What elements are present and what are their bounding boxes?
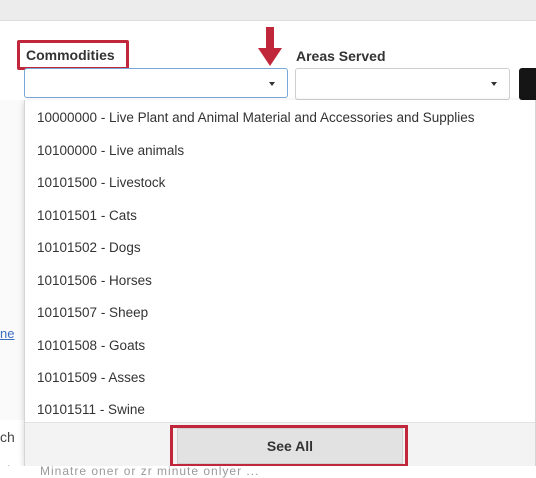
- dropdown-option[interactable]: 10101502 - Dogs: [37, 240, 141, 255]
- background-text: ch: [0, 429, 15, 445]
- top-strip: [0, 0, 536, 21]
- red-down-arrow-icon: [258, 27, 282, 66]
- dropdown-option[interactable]: 10000000 - Live Plant and Animal Materia…: [37, 110, 475, 125]
- commodities-dropdown-list: 10000000 - Live Plant and Animal Materia…: [24, 100, 536, 467]
- caret-down-icon: [491, 82, 497, 86]
- caret-down-icon: [269, 82, 275, 86]
- commodities-select[interactable]: [24, 68, 288, 98]
- see-all-highlight-box: [170, 425, 408, 467]
- background-link[interactable]: ne: [0, 326, 14, 341]
- areas-served-select[interactable]: [295, 68, 510, 100]
- dropdown-option[interactable]: 10101508 - Goats: [37, 338, 145, 353]
- areas-served-label: Areas Served: [296, 48, 386, 64]
- dropdown-option[interactable]: 10101501 - Cats: [37, 208, 137, 223]
- dropdown-option[interactable]: 10101500 - Livestock: [37, 175, 165, 190]
- dropdown-option[interactable]: 10101511 - Swine: [37, 402, 145, 417]
- dropdown-option[interactable]: 10100000 - Live animals: [37, 143, 184, 158]
- dropdown-option[interactable]: 10101507 - Sheep: [37, 305, 148, 320]
- search-button[interactable]: [519, 68, 536, 100]
- background-row-text: Minatre oner or zr minute onlyer ...: [40, 464, 260, 478]
- dropdown-option[interactable]: 10101509 - Asses: [37, 370, 145, 385]
- dropdown-option[interactable]: 10101506 - Horses: [37, 273, 152, 288]
- commodities-highlight-box: [17, 40, 129, 70]
